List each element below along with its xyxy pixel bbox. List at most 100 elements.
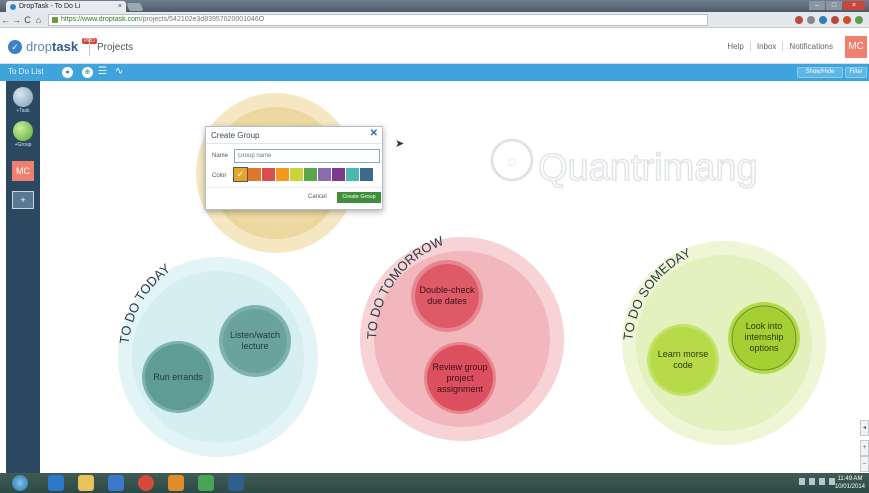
cancel-button[interactable]: Cancel bbox=[308, 194, 327, 200]
tray-icon[interactable] bbox=[799, 478, 805, 485]
task-bubble[interactable]: Run errands bbox=[142, 341, 214, 413]
url-host: https://www.droptask.com bbox=[61, 15, 141, 23]
watermark-text: Quantrimang bbox=[538, 147, 758, 189]
forward-icon[interactable]: → bbox=[11, 15, 22, 25]
network-icon[interactable] bbox=[809, 478, 815, 485]
name-label: Name bbox=[212, 153, 229, 159]
group-to-do-tomorrow[interactable]: TO DO TOMORROW Double-check due dates Re… bbox=[360, 233, 564, 441]
zoom-out-button[interactable]: – bbox=[860, 456, 869, 472]
task-bubble[interactable]: Double-check due dates bbox=[411, 260, 483, 332]
dialog-close-icon[interactable]: ✕ bbox=[370, 128, 378, 139]
task-bubble[interactable]: Look into internship options bbox=[728, 302, 800, 374]
header-divider bbox=[89, 38, 90, 56]
bubble-canvas[interactable]: ☼ Quantrimang TO DO TODAY Listen/watch l… bbox=[40, 81, 869, 473]
show-hide-dropdown[interactable]: Show/Hide bbox=[797, 67, 843, 78]
start-button[interactable] bbox=[12, 475, 28, 491]
color-swatch[interactable] bbox=[262, 168, 275, 181]
task-bubble[interactable]: Learn morse code bbox=[647, 324, 719, 396]
skype-icon[interactable] bbox=[819, 15, 827, 24]
list-view-icon[interactable]: ☰ bbox=[98, 67, 107, 77]
opera-icon[interactable] bbox=[795, 15, 803, 24]
collapse-panel-icon[interactable]: ◂ bbox=[860, 420, 869, 436]
project-name[interactable]: To Do List bbox=[8, 67, 44, 76]
logo-text-bold: task bbox=[52, 39, 79, 54]
inbox-link[interactable]: Inbox bbox=[749, 42, 783, 51]
color-swatch-selected[interactable]: ✓ bbox=[233, 167, 248, 182]
camtasia-icon[interactable] bbox=[198, 475, 214, 491]
media-player-icon[interactable] bbox=[108, 475, 124, 491]
browser-tab[interactable]: DropTask - To Do Li × bbox=[6, 1, 126, 12]
group-name-input[interactable] bbox=[234, 149, 380, 163]
task-label-line: project bbox=[446, 373, 474, 383]
globe-icon[interactable]: ⊕ bbox=[82, 67, 93, 78]
minimize-button[interactable]: – bbox=[809, 1, 825, 10]
group-to-do-someday[interactable]: TO DO SOMEDAY Look into internship optio… bbox=[620, 241, 826, 445]
group-to-do-today[interactable]: TO DO TODAY Listen/watch lecture Run err… bbox=[116, 257, 318, 457]
ie-icon[interactable] bbox=[48, 475, 64, 491]
back-icon[interactable]: ← bbox=[0, 15, 11, 25]
zoom-in-button[interactable]: + bbox=[860, 440, 869, 456]
color-swatch[interactable] bbox=[360, 168, 373, 181]
logo-check-icon: ✓ bbox=[8, 39, 22, 54]
mouse-cursor-icon: ➤ bbox=[395, 138, 405, 150]
color-swatch[interactable] bbox=[248, 168, 261, 181]
color-swatch[interactable] bbox=[304, 168, 317, 181]
color-label: Color bbox=[212, 173, 227, 179]
task-bubble[interactable]: Review group project assignment bbox=[424, 342, 496, 414]
folder-icon[interactable] bbox=[78, 475, 94, 491]
url-field[interactable]: https://www.droptask.com/projects/542102… bbox=[48, 13, 708, 26]
add-person-icon[interactable]: + bbox=[12, 191, 34, 209]
os-taskbar: 11:49 AM 10/01/2014 bbox=[0, 473, 869, 493]
record-icon[interactable] bbox=[843, 15, 851, 24]
projects-link[interactable]: Projects bbox=[97, 42, 133, 53]
logo-text-plain: drop bbox=[26, 39, 53, 54]
create-group-button[interactable]: Create Group bbox=[337, 192, 381, 203]
sidebar-user-avatar[interactable]: MC bbox=[12, 161, 34, 181]
powerpoint-icon[interactable] bbox=[168, 475, 184, 491]
close-window-button[interactable]: × bbox=[843, 1, 865, 10]
maximize-button[interactable]: □ bbox=[826, 1, 842, 10]
group-bubble-icon bbox=[13, 121, 33, 141]
color-swatch[interactable] bbox=[332, 168, 345, 181]
task-label-line: Run errands bbox=[153, 372, 203, 382]
user-avatar[interactable]: MC bbox=[845, 36, 867, 58]
new-tab-button[interactable] bbox=[126, 3, 144, 11]
app-icon[interactable] bbox=[228, 475, 244, 491]
tab-close-icon[interactable]: × bbox=[118, 3, 122, 10]
reload-icon[interactable]: C bbox=[22, 15, 33, 25]
droptask-logo[interactable]: ✓ droptask PRO bbox=[8, 37, 97, 54]
evernote-icon[interactable] bbox=[855, 15, 863, 24]
filter-button[interactable]: Filter bbox=[845, 67, 867, 78]
project-toolbar: To Do List ● ⊕ ☰ ∿ Show/Hide Filter bbox=[0, 64, 869, 81]
task-label-line: assignment bbox=[437, 384, 484, 394]
settings-icon[interactable]: ● bbox=[62, 67, 73, 78]
notifications-link[interactable]: Notifications bbox=[782, 42, 839, 51]
activity-icon[interactable]: ∿ bbox=[115, 66, 123, 77]
color-swatch[interactable] bbox=[346, 168, 359, 181]
header-links: Help Inbox Notifications bbox=[721, 42, 839, 51]
clock-time: 11:49 AM bbox=[837, 476, 863, 482]
task-label-line: Listen/watch bbox=[230, 330, 280, 340]
task-label-line: code bbox=[673, 360, 693, 370]
tool-sidebar: +Task +Group MC + bbox=[6, 81, 40, 473]
add-group-tool[interactable]: +Group bbox=[13, 121, 33, 148]
dialog-title: Create Group bbox=[211, 131, 260, 140]
star-icon[interactable] bbox=[807, 15, 815, 24]
color-swatch[interactable] bbox=[290, 168, 303, 181]
home-icon[interactable]: ⌂ bbox=[33, 15, 44, 25]
color-swatch[interactable] bbox=[276, 168, 289, 181]
volume-icon[interactable] bbox=[819, 478, 825, 485]
watermark: ☼ Quantrimang bbox=[490, 138, 758, 190]
tab-title: DropTask - To Do Li bbox=[19, 3, 81, 10]
task-label-line: internship bbox=[744, 332, 783, 342]
help-link[interactable]: Help bbox=[721, 42, 749, 51]
add-group-label: +Group bbox=[14, 142, 32, 148]
task-bubble[interactable]: Listen/watch lecture bbox=[219, 305, 291, 377]
chrome-icon[interactable] bbox=[138, 475, 154, 491]
add-task-tool[interactable]: +Task bbox=[13, 87, 33, 114]
dialog-divider bbox=[206, 187, 382, 188]
system-clock[interactable]: 11:49 AM 10/01/2014 bbox=[835, 475, 865, 491]
circle-icon[interactable] bbox=[831, 15, 839, 24]
color-swatch[interactable] bbox=[318, 168, 331, 181]
system-tray bbox=[799, 478, 835, 485]
